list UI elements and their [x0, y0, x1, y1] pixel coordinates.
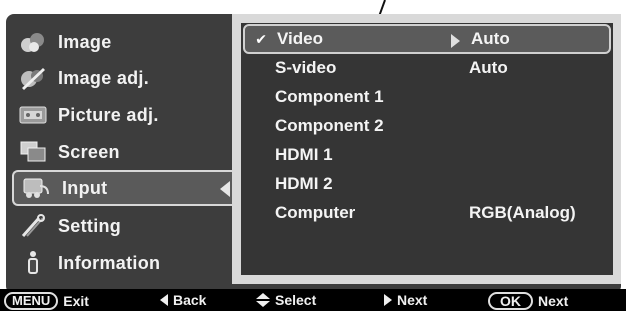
image-adj-icon — [18, 66, 48, 90]
hint-next-label: Next — [397, 292, 428, 308]
input-option-hdmi-2[interactable]: HDMI 2 — [241, 169, 613, 199]
sidebar-item-input[interactable]: Input — [12, 170, 236, 206]
arrow-left-icon — [160, 294, 168, 306]
hint-back-label: Back — [173, 292, 207, 308]
arrow-right-icon — [384, 294, 392, 306]
picture-adj-icon — [18, 103, 48, 127]
input-option-video[interactable]: ✔ Video Auto — [243, 24, 611, 54]
sidebar-item-label: Picture adj. — [58, 104, 159, 125]
sidebar-item-label: Image — [58, 31, 112, 52]
screen-icon — [18, 140, 48, 164]
input-option-component-1[interactable]: Component 1 — [241, 82, 613, 112]
input-option-computer[interactable]: Computer RGB(Analog) — [241, 198, 613, 228]
input-option-label: S-video — [275, 58, 337, 77]
sidebar-item-label: Information — [58, 252, 161, 273]
sidebar-item-image[interactable]: Image — [10, 24, 236, 60]
ok-key-icon: OK — [488, 292, 533, 310]
menu-key-icon: MENU — [4, 292, 59, 310]
sidebar-item-image-adj[interactable]: Image adj. — [10, 60, 236, 96]
input-icon — [22, 176, 52, 200]
navigation-help-bar: MENU Exit Back Select Next OK Next — [0, 289, 626, 311]
hint-back: Back — [160, 292, 206, 308]
active-indicator-icon — [220, 181, 230, 197]
chevron-right-icon — [451, 34, 460, 48]
main-menu-sidebar: Image Image adj. Picture adj. Screen Inp… — [6, 14, 236, 294]
input-option-label: Component 2 — [275, 116, 384, 135]
sidebar-item-label: Input — [62, 177, 108, 198]
input-option-label: HDMI 1 — [275, 145, 333, 164]
check-icon: ✔ — [255, 30, 267, 47]
hint-exit-label: Exit — [63, 293, 89, 309]
sidebar-item-label: Image adj. — [58, 67, 150, 88]
information-icon — [18, 251, 48, 275]
input-option-label: Computer — [275, 203, 356, 222]
sidebar-item-picture-adj[interactable]: Picture adj. — [10, 97, 236, 133]
sidebar-item-screen[interactable]: Screen — [10, 134, 236, 170]
input-option-label: Video — [277, 29, 323, 48]
sidebar-item-label: Screen — [58, 141, 120, 162]
hint-ok-next-label: Next — [538, 293, 569, 309]
setting-icon — [18, 214, 48, 238]
input-option-component-2[interactable]: Component 2 — [241, 111, 613, 141]
sidebar-item-setting[interactable]: Setting — [10, 208, 236, 244]
hint-ok-next: OK Next — [488, 292, 568, 310]
sidebar-item-label: Setting — [58, 215, 122, 236]
hint-select-label: Select — [275, 292, 317, 308]
sidebar-item-information[interactable]: Information — [10, 245, 236, 281]
image-icon — [18, 30, 48, 54]
input-option-label: Component 1 — [275, 87, 384, 106]
hint-next: Next — [384, 292, 427, 308]
input-option-value: RGB(Analog) — [469, 203, 576, 222]
input-option-value: Auto — [471, 29, 510, 48]
input-option-value: Auto — [469, 58, 508, 77]
hint-exit: MENU Exit — [4, 292, 89, 310]
input-option-label: HDMI 2 — [275, 174, 333, 193]
input-option-s-video[interactable]: S-video Auto — [241, 53, 613, 83]
arrow-up-down-icon — [256, 293, 270, 307]
input-option-hdmi-1[interactable]: HDMI 1 — [241, 140, 613, 170]
hint-select: Select — [256, 292, 316, 308]
